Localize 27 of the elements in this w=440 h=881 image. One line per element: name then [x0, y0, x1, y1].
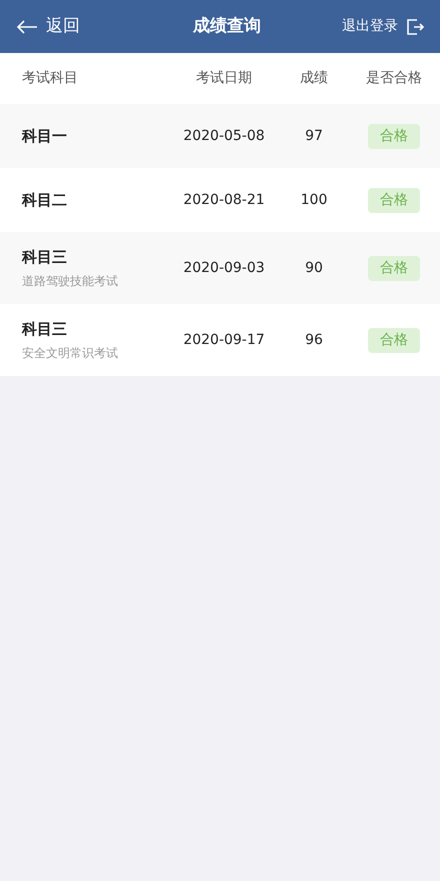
score: 97 [304, 126, 324, 146]
column-header: 考试科目 [21, 69, 79, 88]
result-badge: 合格 [368, 328, 420, 352]
score: 100 [300, 190, 328, 210]
exam-date: 2020-09-03 [182, 258, 266, 278]
subject-name: 科目二 [22, 190, 68, 211]
subject-name: 科目三 [22, 318, 68, 340]
logout-button[interactable]: 退出登录 [342, 16, 424, 37]
subject-subtitle: 安全文明常识考试 [22, 345, 119, 362]
score: 90 [304, 258, 324, 278]
column-header: 考试日期 [195, 69, 253, 88]
subject-subtitle: 道路驾驶技能考试 [22, 273, 119, 290]
exam-date: 2020-05-08 [182, 126, 266, 146]
logout-icon [406, 18, 424, 36]
subject-name: 科目一 [22, 126, 68, 147]
exam-date: 2020-08-21 [182, 190, 266, 210]
back-arrow-icon [16, 18, 38, 34]
page-title: 成绩查询 [193, 14, 261, 38]
score: 96 [304, 330, 324, 350]
column-header: 是否合格 [365, 69, 423, 88]
exam-date: 2020-09-17 [182, 330, 266, 350]
back-button[interactable]: 返回 [16, 14, 80, 40]
column-header: 成绩 [299, 69, 329, 88]
result-badge: 合格 [368, 256, 420, 280]
subject-name: 科目三 [22, 246, 68, 268]
result-badge: 合格 [368, 124, 420, 148]
result-badge: 合格 [368, 188, 420, 212]
